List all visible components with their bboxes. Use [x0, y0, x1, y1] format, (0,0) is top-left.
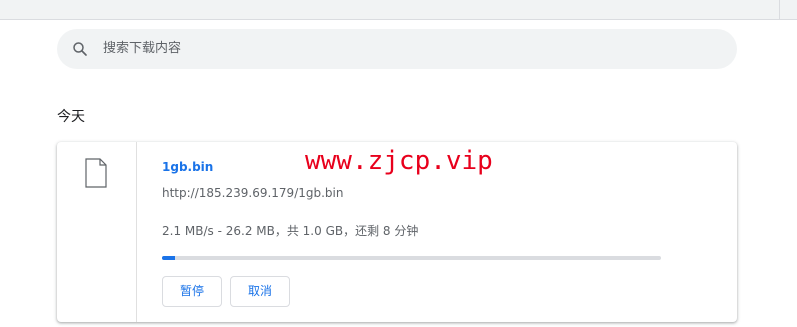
file-icon-column — [57, 142, 137, 322]
download-status: 2.1 MB/s - 26.2 MB，共 1.0 GB，还剩 8 分钟 — [162, 224, 419, 238]
pause-button[interactable]: 暂停 — [162, 276, 222, 307]
file-url-link[interactable]: http://185.239.69.179/1gb.bin — [162, 186, 343, 200]
file-icon — [85, 158, 107, 188]
search-placeholder: 搜索下载内容 — [103, 41, 182, 56]
watermark-text: www.zjcp.vip — [305, 146, 493, 176]
section-title-today: 今天 — [57, 109, 85, 125]
progress-bar — [162, 256, 661, 260]
search-icon — [73, 42, 87, 56]
file-name-link[interactable]: 1gb.bin — [162, 160, 213, 174]
download-item-card: 1gb.bin www.zjcp.vip http://185.239.69.1… — [57, 142, 737, 322]
top-toolbar — [0, 0, 797, 20]
cancel-button[interactable]: 取消 — [230, 276, 290, 307]
search-input[interactable]: 搜索下载内容 — [57, 29, 737, 69]
toolbar-divider — [779, 0, 780, 20]
progress-fill — [162, 256, 175, 260]
downloads-page: 搜索下载内容 今天 1gb.bin www.zjcp.vip http://18… — [0, 0, 797, 327]
